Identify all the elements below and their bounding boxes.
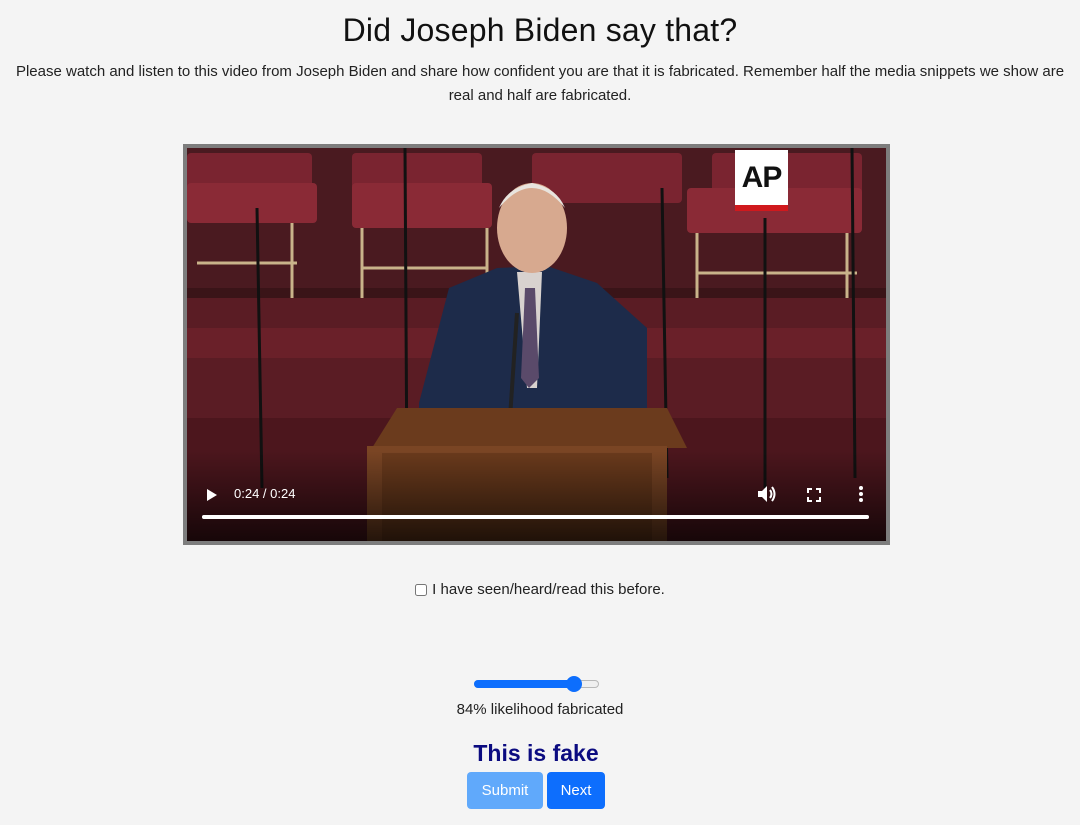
time-display: 0:24 / 0:24 bbox=[234, 486, 296, 501]
likelihood-slider[interactable] bbox=[474, 676, 599, 692]
slider-thumb[interactable] bbox=[565, 676, 582, 692]
video-screen[interactable]: AP 0:24 / 0:24 bbox=[187, 148, 886, 541]
seen-before-text: I have seen/heard/read this before. bbox=[432, 581, 665, 598]
slider-fill bbox=[474, 680, 574, 688]
fullscreen-icon[interactable] bbox=[806, 487, 822, 503]
more-icon[interactable] bbox=[857, 485, 865, 503]
ap-logo: AP bbox=[735, 150, 788, 211]
likelihood-caption: 84% likelihood fabricated bbox=[456, 701, 624, 718]
submit-button[interactable]: Submit bbox=[467, 772, 543, 809]
progress-fill bbox=[202, 515, 869, 519]
next-button[interactable]: Next bbox=[547, 772, 605, 809]
verdict-text: This is fake bbox=[473, 740, 599, 766]
seen-before-checkbox[interactable] bbox=[415, 583, 428, 596]
seen-before-label[interactable]: I have seen/heard/read this before. bbox=[415, 581, 665, 598]
page-title: Did Joseph Biden say that? bbox=[342, 12, 738, 48]
seen-before-row: I have seen/heard/read this before. bbox=[0, 581, 1080, 600]
instructions-text: Please watch and listen to this video fr… bbox=[15, 63, 1065, 104]
video-player[interactable]: AP 0:24 / 0:24 bbox=[183, 144, 890, 545]
volume-icon[interactable] bbox=[757, 485, 777, 503]
progress-bar[interactable] bbox=[202, 515, 869, 519]
play-icon[interactable] bbox=[205, 488, 219, 502]
